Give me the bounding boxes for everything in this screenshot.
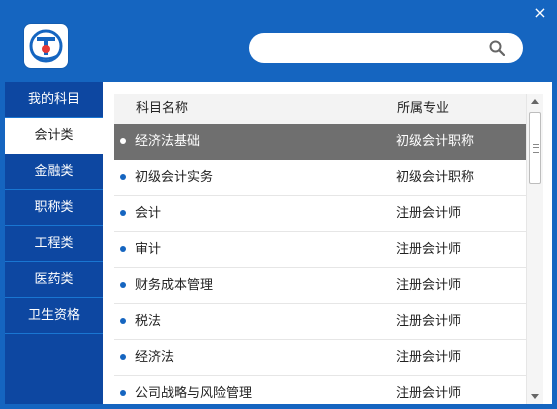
subject-major: 注册会计师	[396, 314, 462, 329]
sidebar-item-health-qualification[interactable]: 卫生资格	[5, 298, 103, 334]
logo-icon	[29, 29, 63, 63]
sidebar-item-label: 工程类	[34, 236, 74, 251]
list-item[interactable]: 经济法 注册会计师	[114, 340, 541, 376]
list-item[interactable]: 税法 注册会计师	[114, 304, 541, 340]
list-item[interactable]: 财务成本管理 注册会计师	[114, 268, 541, 304]
subject-name: 初级会计实务	[135, 170, 214, 185]
sidebar-item-label: 会计类	[34, 128, 74, 143]
bullet-icon	[120, 282, 126, 288]
column-header-subject-name: 科目名称	[136, 101, 189, 116]
sidebar-item-engineering[interactable]: 工程类	[5, 226, 103, 262]
list-item[interactable]: 经济法基础 初级会计职称	[114, 124, 541, 160]
subject-name: 公司战略与风险管理	[135, 386, 253, 401]
sidebar-item-accounting[interactable]: 会计类	[5, 118, 103, 154]
sidebar-item-label: 医药类	[34, 272, 74, 287]
bullet-icon	[120, 354, 126, 360]
subject-name: 财务成本管理	[135, 278, 214, 293]
bullet-icon	[120, 390, 126, 396]
subject-major: 注册会计师	[396, 206, 462, 221]
subject-name: 会计	[135, 206, 162, 221]
bullet-icon	[120, 318, 126, 324]
vertical-scrollbar[interactable]	[526, 94, 543, 404]
sidebar-item-label: 金融类	[34, 164, 74, 179]
column-header-major: 所属专业	[397, 101, 450, 116]
bullet-icon	[120, 246, 126, 252]
sidebar-item-medicine[interactable]: 医药类	[5, 262, 103, 298]
list-header: 科目名称 所属专业	[114, 94, 541, 124]
category-sidebar: 我的科目 会计类 金融类 职称类 工程类 医药类 卫生资格	[5, 82, 103, 404]
app-window: × 我的科目 会计类 金融类 职称类 工程类 医药类 卫生资格 科目名称 所属专…	[0, 0, 557, 409]
subject-name: 税法	[135, 314, 162, 329]
subject-major: 初级会计职称	[396, 170, 475, 185]
search-icon[interactable]	[489, 40, 505, 56]
close-button[interactable]: ×	[533, 5, 547, 21]
bullet-icon	[120, 210, 126, 216]
scroll-thumb[interactable]	[529, 112, 541, 184]
subject-name: 经济法	[135, 350, 175, 365]
list-item[interactable]: 初级会计实务 初级会计职称	[114, 160, 541, 196]
subject-name: 审计	[135, 242, 162, 257]
subject-panel: 科目名称 所属专业 经济法基础 初级会计职称 初级会计实务 初级会计职称 会计 …	[103, 82, 552, 404]
search-input[interactable]	[261, 38, 485, 60]
app-logo	[24, 24, 68, 68]
list-item[interactable]: 公司战略与风险管理 注册会计师	[114, 376, 541, 404]
sidebar-item-professional-title[interactable]: 职称类	[5, 190, 103, 226]
bullet-icon	[120, 138, 126, 144]
subject-major: 初级会计职称	[396, 134, 475, 149]
subject-name: 经济法基础	[135, 134, 201, 149]
scroll-up-arrow-icon[interactable]	[527, 94, 543, 110]
subject-major: 注册会计师	[396, 278, 462, 293]
list-item[interactable]: 审计 注册会计师	[114, 232, 541, 268]
subject-list: 科目名称 所属专业 经济法基础 初级会计职称 初级会计实务 初级会计职称 会计 …	[114, 94, 541, 404]
bullet-icon	[120, 174, 126, 180]
subject-major: 注册会计师	[396, 386, 462, 401]
scroll-down-arrow-icon[interactable]	[527, 388, 543, 404]
sidebar-item-label: 我的科目	[27, 92, 80, 107]
sidebar-item-label: 卫生资格	[27, 308, 80, 323]
subject-major: 注册会计师	[396, 242, 462, 257]
sidebar-item-finance[interactable]: 金融类	[5, 154, 103, 190]
subject-major: 注册会计师	[396, 350, 462, 365]
list-item[interactable]: 会计 注册会计师	[114, 196, 541, 232]
sidebar-item-label: 职称类	[34, 200, 74, 215]
sidebar-item-my-subjects[interactable]: 我的科目	[5, 82, 103, 118]
scroll-grip-icon	[533, 144, 539, 153]
search-box	[249, 33, 523, 63]
